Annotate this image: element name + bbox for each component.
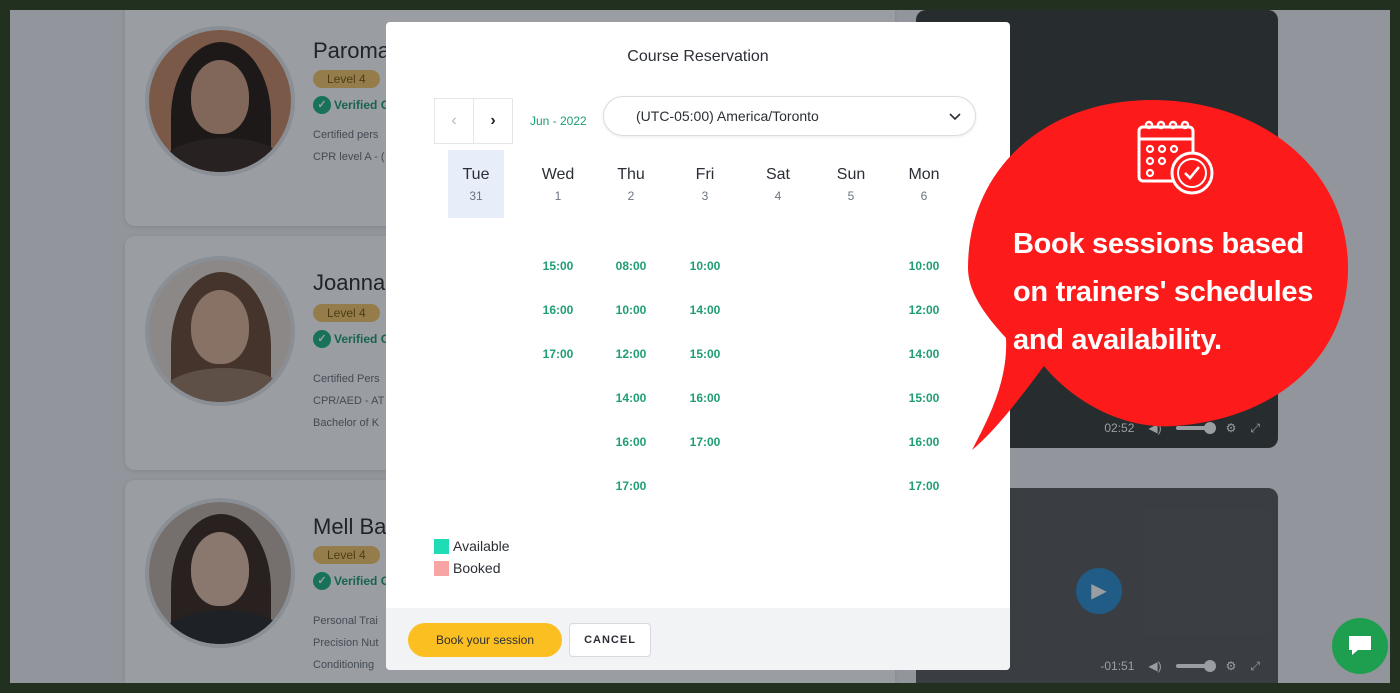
course-reservation-modal: Course Reservation ‹ › Jun - 2022 (UTC-0… xyxy=(386,22,1010,670)
callout-text: Book sessions based on trainers' schedul… xyxy=(1013,228,1314,356)
time-slot[interactable]: 12:00 xyxy=(603,347,659,361)
time-slot[interactable]: 16:00 xyxy=(530,303,586,317)
day-column-fri[interactable]: Fri 3 xyxy=(677,150,733,218)
calendar-clock-icon xyxy=(1137,120,1214,195)
day-column-thu[interactable]: Thu 2 xyxy=(603,150,659,218)
time-slot[interactable]: 15:00 xyxy=(896,391,952,405)
day-column-sun[interactable]: Sun 5 xyxy=(823,150,879,218)
time-slot[interactable]: 17:00 xyxy=(530,347,586,361)
chevron-left-icon: ‹ xyxy=(451,112,457,129)
day-name: Tue xyxy=(462,166,490,183)
day-date: 1 xyxy=(554,189,562,203)
time-slot[interactable]: 15:00 xyxy=(530,259,586,273)
day-name: Fri xyxy=(695,166,715,183)
day-column-tue[interactable]: Tue 31 xyxy=(448,150,504,218)
day-name: Mon xyxy=(908,166,940,183)
legend-swatch xyxy=(434,538,449,554)
legend-available: Available xyxy=(434,538,510,554)
time-slot[interactable]: 14:00 xyxy=(896,347,952,361)
time-slot[interactable]: 14:00 xyxy=(603,391,659,405)
day-name: Wed xyxy=(541,166,575,183)
time-slot[interactable]: 17:00 xyxy=(603,479,659,493)
day-name: Sun xyxy=(836,166,866,183)
time-slot[interactable]: 10:00 xyxy=(677,259,733,273)
day-date: 31 xyxy=(469,189,483,203)
time-slot[interactable]: 15:00 xyxy=(677,347,733,361)
day-date: 6 xyxy=(920,189,928,203)
day-column-mon[interactable]: Mon 6 xyxy=(896,150,952,218)
chat-button[interactable] xyxy=(1332,618,1388,674)
chevron-right-icon: › xyxy=(490,112,496,129)
next-week-button[interactable]: › xyxy=(473,98,513,144)
day-name: Thu xyxy=(617,166,645,183)
day-column-wed[interactable]: Wed 1 xyxy=(530,150,586,218)
day-name: Sat xyxy=(765,166,790,183)
time-slot[interactable]: 14:00 xyxy=(677,303,733,317)
day-date: 2 xyxy=(627,189,635,203)
time-slot[interactable]: 10:00 xyxy=(896,259,952,273)
time-slot[interactable]: 16:00 xyxy=(677,391,733,405)
time-slot[interactable]: 17:00 xyxy=(677,435,733,449)
day-date: 4 xyxy=(774,189,782,203)
time-slot[interactable]: 12:00 xyxy=(896,303,952,317)
cancel-button[interactable]: CANCEL xyxy=(569,623,651,657)
book-session-button[interactable]: Book your session xyxy=(408,623,562,657)
day-date: 3 xyxy=(701,189,709,203)
chat-icon xyxy=(1349,636,1371,655)
time-slot[interactable]: 08:00 xyxy=(603,259,659,273)
legend-booked: Booked xyxy=(434,560,500,576)
time-slot[interactable]: 16:00 xyxy=(896,435,952,449)
day-column-sat[interactable]: Sat 4 xyxy=(750,150,806,218)
month-label: Jun - 2022 xyxy=(530,114,587,128)
time-slot[interactable]: 17:00 xyxy=(896,479,952,493)
timezone-select[interactable]: (UTC-05:00) America/Toronto xyxy=(603,96,976,136)
modal-title: Course Reservation xyxy=(627,48,769,65)
prev-week-button[interactable]: ‹ xyxy=(434,98,474,144)
modal-footer: Book your session CANCEL xyxy=(386,608,1010,670)
legend-swatch xyxy=(434,560,449,576)
day-date: 5 xyxy=(847,189,855,203)
time-slot[interactable]: 16:00 xyxy=(603,435,659,449)
time-slot[interactable]: 10:00 xyxy=(603,303,659,317)
